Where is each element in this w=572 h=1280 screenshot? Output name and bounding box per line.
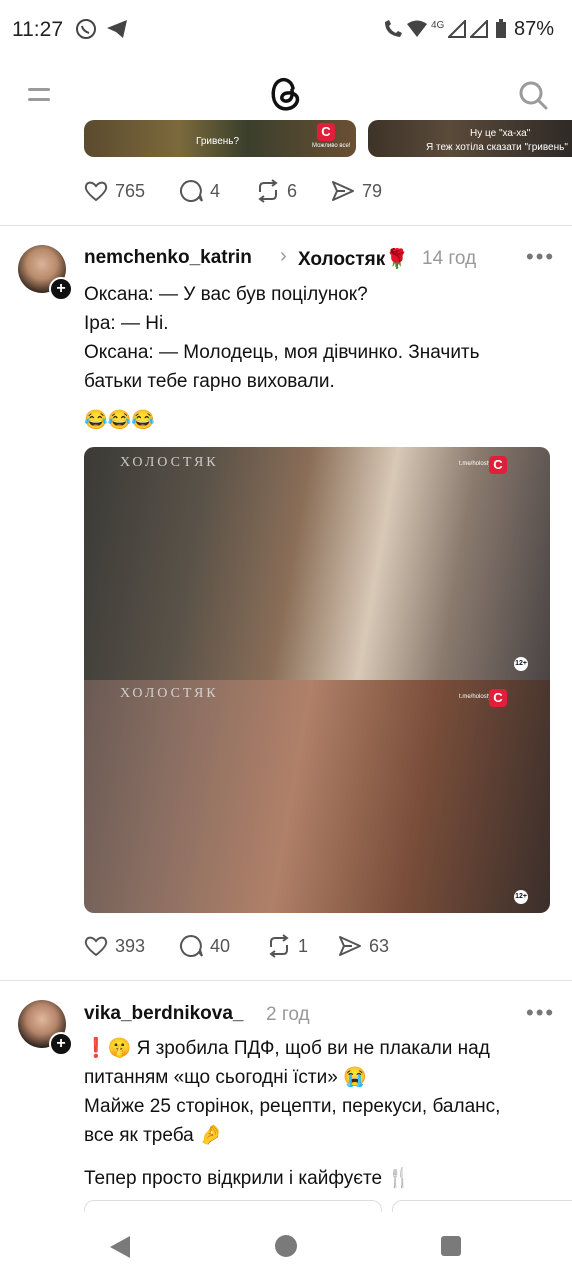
media-thumbnail[interactable]: Ну це "ха-ха" Я теж хотіла сказати "грив… xyxy=(368,120,572,157)
post-line: Оксана: — У вас був поцілунок? xyxy=(84,284,368,305)
follow-plus-icon[interactable]: + xyxy=(49,277,73,301)
more-icon[interactable]: ••• xyxy=(526,1000,555,1026)
watermark: ХОЛОСТЯК xyxy=(120,455,219,470)
share-button[interactable]: 63 xyxy=(337,933,389,959)
home-icon[interactable] xyxy=(275,1235,297,1257)
wifi-icon xyxy=(406,20,428,44)
comment-button[interactable]: 40 xyxy=(178,933,230,959)
post-text: ❗🤫 Я зробила ПДФ, щоб ви не плакали над … xyxy=(84,1034,564,1150)
status-time: 11:27 xyxy=(12,18,63,41)
post-emoji-line: 😂😂😂 xyxy=(84,410,155,431)
post-image[interactable]: ХОЛОСТЯК t.me/holostyakua С 12+ xyxy=(84,447,550,680)
repost-icon xyxy=(258,179,278,203)
heart-icon xyxy=(84,936,108,957)
thumbnail-caption-2: Я теж хотіла сказати "гривень" xyxy=(426,142,568,153)
post-time: 2 год xyxy=(266,1004,310,1025)
post-line: все як треба 🤌 xyxy=(84,1125,223,1146)
more-icon[interactable]: ••• xyxy=(526,244,555,270)
recents-icon[interactable] xyxy=(441,1236,461,1256)
like-count: 765 xyxy=(115,180,146,201)
repost-button[interactable]: 1 xyxy=(266,933,308,959)
signal2-icon xyxy=(468,18,488,44)
share-icon xyxy=(339,936,361,956)
comment-icon xyxy=(180,934,203,957)
telegram-icon xyxy=(106,19,128,45)
username[interactable]: vika_berdnikova_ xyxy=(84,1003,243,1025)
call-wifi-icon xyxy=(382,18,404,46)
share-button[interactable]: 79 xyxy=(330,178,382,204)
share-count: 63 xyxy=(369,935,390,956)
post-line: Тепер просто відкрили і кайфуєте 🍴 xyxy=(84,1168,411,1189)
battery-level: 87% xyxy=(513,18,554,40)
share-icon xyxy=(332,181,354,201)
comment-count: 40 xyxy=(210,935,231,956)
divider xyxy=(0,225,572,226)
share-count: 79 xyxy=(362,180,383,201)
post-time: 14 год xyxy=(422,248,477,269)
follow-plus-icon[interactable]: + xyxy=(49,1032,73,1056)
thumbnail-caption: Ну це "ха-ха" xyxy=(470,128,531,139)
status-bar: 11:27 4G 87% xyxy=(0,0,572,60)
channel-logo: С xyxy=(489,689,507,707)
network-type: 4G xyxy=(431,20,445,31)
signal-icon xyxy=(446,18,466,44)
repost-icon xyxy=(269,934,289,958)
channel-logo: С xyxy=(489,456,507,474)
like-count: 393 xyxy=(115,935,146,956)
community-name[interactable]: Холостяк🌹 xyxy=(298,247,409,271)
comment-button[interactable]: 4 xyxy=(178,178,220,204)
repost-count: 1 xyxy=(298,935,309,956)
back-icon[interactable] xyxy=(110,1236,130,1258)
post-line: Іра: — Ні. xyxy=(84,313,169,334)
watermark: ХОЛОСТЯК xyxy=(120,686,219,701)
viber-icon xyxy=(75,18,97,46)
media-thumbnail[interactable]: Гривень? С Можливо все! xyxy=(84,120,356,157)
post-line: Оксана: — Молодець, моя дівчинко. Значит… xyxy=(84,342,480,363)
menu-icon[interactable] xyxy=(28,88,50,106)
post-line: питанням «що сьогодні їсти» 😭 xyxy=(84,1067,367,1088)
thumbnail-caption-2: Можливо все! xyxy=(312,143,351,149)
comment-icon xyxy=(180,179,203,202)
repost-button[interactable]: 6 xyxy=(255,178,297,204)
post-line: ❗🤫 Я зробила ПДФ, щоб ви не плакали над xyxy=(84,1038,490,1059)
username[interactable]: nemchenko_katrin xyxy=(84,247,252,269)
post-line: батьки тебе гарно виховали. xyxy=(84,371,335,392)
channel-logo: С xyxy=(317,123,335,141)
threads-logo-icon[interactable] xyxy=(266,74,304,114)
heart-icon xyxy=(84,181,108,202)
battery-icon xyxy=(495,19,507,45)
post-image-gallery[interactable]: ХОЛОСТЯК t.me/holostyakua С 12+ ХОЛОСТЯК… xyxy=(84,447,550,913)
chevron-right-icon: › xyxy=(280,245,287,267)
post-line: Майже 25 сторінок, рецепти, перекуси, ба… xyxy=(84,1096,501,1117)
post-text: Оксана: — У вас був поцілунок? Іра: — Ні… xyxy=(84,280,564,396)
search-icon[interactable] xyxy=(518,80,548,110)
comment-count: 4 xyxy=(210,180,221,201)
post-image[interactable]: ХОЛОСТЯК t.me/holostyakua С 12+ xyxy=(84,680,550,913)
age-rating: 12+ xyxy=(514,657,528,671)
like-button[interactable]: 765 xyxy=(83,178,145,204)
age-rating: 12+ xyxy=(514,890,528,904)
divider xyxy=(0,980,572,981)
repost-count: 6 xyxy=(287,180,298,201)
thumbnail-caption: Гривень? xyxy=(196,136,240,147)
like-button[interactable]: 393 xyxy=(83,933,145,959)
